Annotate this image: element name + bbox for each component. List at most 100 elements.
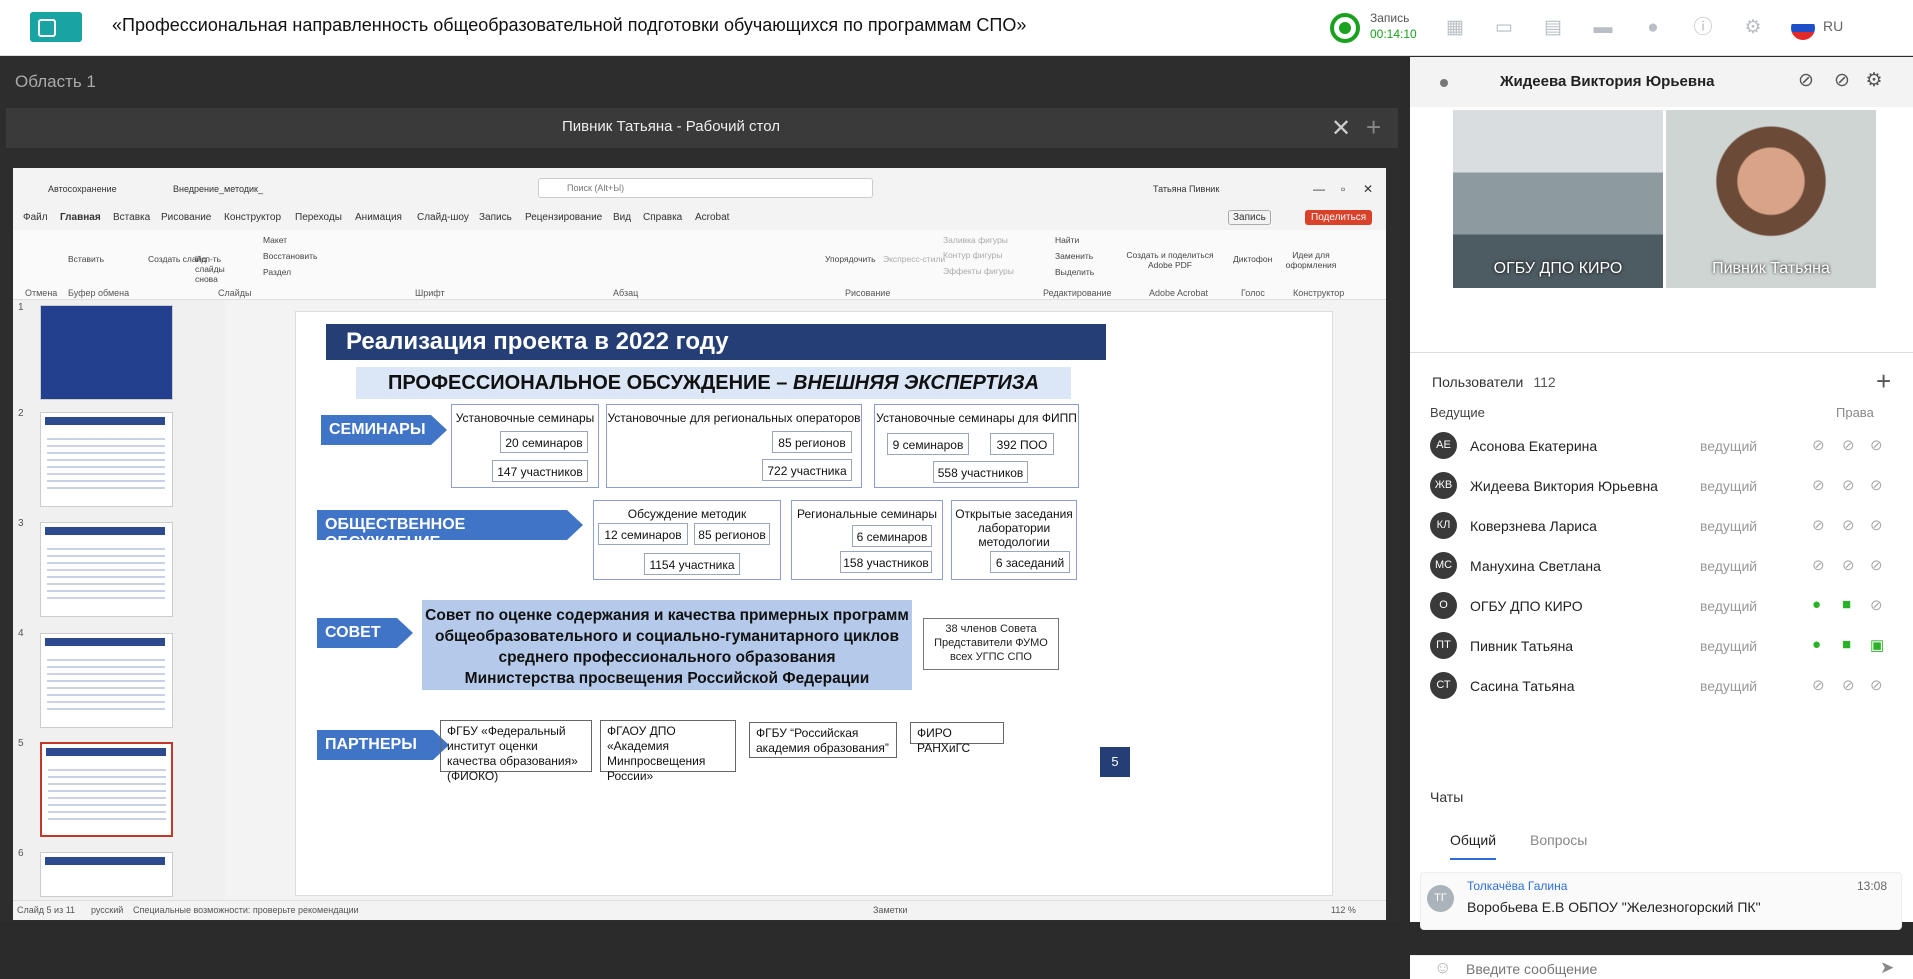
camera-icon[interactable]: ⊘ [1842, 516, 1855, 534]
settings-gear-icon[interactable]: ⚙ [1741, 16, 1765, 40]
autosave-label[interactable]: Автосохранение [48, 184, 117, 194]
close-icon[interactable]: ✕ [1331, 114, 1351, 143]
language-label[interactable]: RU [1823, 18, 1843, 34]
close-window-icon[interactable]: ✕ [1363, 182, 1373, 196]
info-icon[interactable]: ⓘ [1691, 16, 1715, 40]
mic-icon[interactable]: ⊘ [1812, 436, 1825, 454]
mic-icon[interactable]: ⊘ [1812, 556, 1825, 574]
menu-view[interactable]: Вид [613, 212, 631, 223]
shape-effects-button[interactable]: Эффекты фигуры [943, 266, 1014, 276]
thumbnail-2[interactable] [40, 412, 173, 507]
mic-off-icon[interactable]: ⊘ [1794, 69, 1818, 93]
share-button[interactable]: Поделиться [1305, 210, 1373, 225]
design-ideas-button[interactable]: Идеи для оформления [1281, 250, 1341, 270]
replace-button[interactable]: Заменить [1055, 251, 1093, 261]
emoji-icon[interactable]: ☺ [1434, 958, 1451, 978]
menu-help[interactable]: Справка [643, 212, 682, 223]
folder-icon[interactable]: ▬ [1591, 16, 1615, 40]
status-language[interactable]: русский [91, 905, 123, 915]
notes-button[interactable]: Заметки [873, 905, 907, 915]
camera-icon[interactable]: ⊘ [1842, 556, 1855, 574]
quick-styles-button[interactable]: Экспресс-стили [883, 254, 945, 264]
menu-acrobat[interactable]: Acrobat [695, 212, 729, 223]
arrange-button[interactable]: Упорядочить [825, 254, 876, 264]
user-row[interactable]: КЛ Коверзнева Лариса ведущий ⊘ ⊘ ⊘ [1430, 512, 1890, 542]
add-icon[interactable]: + [1366, 112, 1381, 143]
thumbnail-1[interactable] [40, 305, 173, 400]
screen-icon[interactable]: ▣ [1870, 636, 1884, 654]
reset-button[interactable]: Восстановить [263, 251, 317, 261]
camera-icon[interactable]: ⊘ [1842, 436, 1855, 454]
reuse-slides-button[interactable]: Исп-ть слайды снова [195, 254, 241, 284]
menu-transitions[interactable]: Переходы [295, 212, 342, 223]
screen-icon[interactable]: ⊘ [1870, 676, 1883, 694]
section-button[interactable]: Раздел [263, 267, 291, 277]
thumbnail-6[interactable] [40, 852, 173, 897]
maximize-icon[interactable]: ▫ [1341, 182, 1345, 196]
menu-animation[interactable]: Анимация [355, 212, 402, 223]
screen-icon[interactable]: ⊘ [1870, 556, 1883, 574]
thumbnail-3[interactable] [40, 522, 173, 617]
menu-review[interactable]: Рецензирование [525, 212, 602, 223]
menu-file[interactable]: Файл [23, 212, 48, 223]
mic-icon[interactable]: ⊘ [1812, 516, 1825, 534]
screen-icon[interactable]: ⊘ [1870, 516, 1883, 534]
find-button[interactable]: Найти [1055, 235, 1079, 245]
message-author[interactable]: Толкачёва Галина [1467, 879, 1567, 893]
zoom-level[interactable]: 112 % [1331, 905, 1356, 915]
settings-gear-icon[interactable]: ⚙ [1862, 69, 1886, 93]
record-icon[interactable] [1330, 13, 1360, 43]
add-user-icon[interactable]: + [1876, 366, 1891, 397]
user-row[interactable]: О ОГБУ ДПО КИРО ведущий ● ■ ⊘ [1430, 592, 1890, 622]
menu-insert[interactable]: Вставка [113, 212, 150, 223]
screen-icon[interactable]: ⊘ [1870, 476, 1883, 494]
tab-questions[interactable]: Вопросы [1530, 832, 1587, 848]
menu-design[interactable]: Конструктор [224, 212, 281, 223]
screen-icon[interactable]: ⊘ [1870, 436, 1883, 454]
dictate-button[interactable]: Диктофон [1233, 254, 1272, 264]
user-row[interactable]: СТ Сасина Татьяна ведущий ⊘ ⊘ ⊘ [1430, 672, 1890, 702]
record-button[interactable]: Запись [1228, 210, 1271, 225]
camera-icon[interactable]: ■ [1842, 596, 1851, 613]
send-icon[interactable]: ➤ [1880, 958, 1894, 978]
user-row[interactable]: АЕ Асонова Екатерина ведущий ⊘ ⊘ ⊘ [1430, 432, 1890, 462]
screen-share-icon[interactable]: ▭ [1492, 16, 1516, 40]
menu-slideshow[interactable]: Слайд-шоу [417, 212, 469, 223]
user-row[interactable]: ЖВ Жидеева Виктория Юрьевна ведущий ⊘ ⊘ ⊘ [1430, 472, 1890, 502]
paste-button[interactable]: Вставить [68, 254, 104, 264]
users-icon[interactable]: ● [1641, 16, 1665, 40]
select-button[interactable]: Выделить [1055, 267, 1094, 277]
screen-icon[interactable]: ⊘ [1870, 596, 1883, 614]
chat-input[interactable] [1466, 960, 1846, 978]
status-accessibility[interactable]: Специальные возможности: проверьте реком… [133, 905, 359, 915]
camera-icon[interactable]: ■ [1842, 636, 1851, 653]
shape-fill-button[interactable]: Заливка фигуры [943, 235, 1008, 245]
file-name[interactable]: Внедрение_методик_ [173, 184, 263, 194]
thumbnail-5[interactable] [40, 742, 173, 837]
layout-button[interactable]: Макет [263, 235, 287, 245]
mic-icon[interactable]: ● [1812, 636, 1821, 653]
layout-grid-icon[interactable]: ▦ [1443, 16, 1467, 40]
menu-home[interactable]: Главная [60, 212, 101, 223]
menu-draw[interactable]: Рисование [161, 212, 211, 223]
camera-icon[interactable]: ⊘ [1842, 676, 1855, 694]
mic-icon[interactable]: ● [1812, 596, 1821, 613]
video-tile[interactable]: ОГБУ ДПО КИРО [1453, 110, 1663, 288]
mic-icon[interactable]: ⊘ [1812, 476, 1825, 494]
document-icon[interactable]: ▤ [1541, 16, 1565, 40]
ppt-user-name[interactable]: Татьяна Пивник [1153, 184, 1219, 194]
russia-flag-icon[interactable] [1791, 16, 1815, 40]
tab-general[interactable]: Общий [1450, 832, 1497, 860]
user-row[interactable]: ПТ Пивник Татьяна ведущий ● ■ ▣ [1430, 632, 1890, 662]
app-logo[interactable] [30, 12, 82, 42]
mic-icon[interactable]: ⊘ [1812, 676, 1825, 694]
camera-icon[interactable]: ⊘ [1842, 476, 1855, 494]
camera-off-icon[interactable]: ⊘ [1830, 69, 1854, 93]
thumbnail-4[interactable] [40, 633, 173, 728]
slide-canvas[interactable]: Реализация проекта в 2022 году ПРОФЕССИО… [295, 311, 1333, 896]
user-row[interactable]: МС Манухина Светлана ведущий ⊘ ⊘ ⊘ [1430, 552, 1890, 582]
adobe-pdf-button[interactable]: Создать и поделиться Adobe PDF [1125, 250, 1215, 270]
video-tile[interactable]: Пивник Татьяна [1666, 110, 1876, 288]
minimize-icon[interactable]: — [1313, 182, 1325, 196]
menu-record[interactable]: Запись [479, 212, 512, 223]
